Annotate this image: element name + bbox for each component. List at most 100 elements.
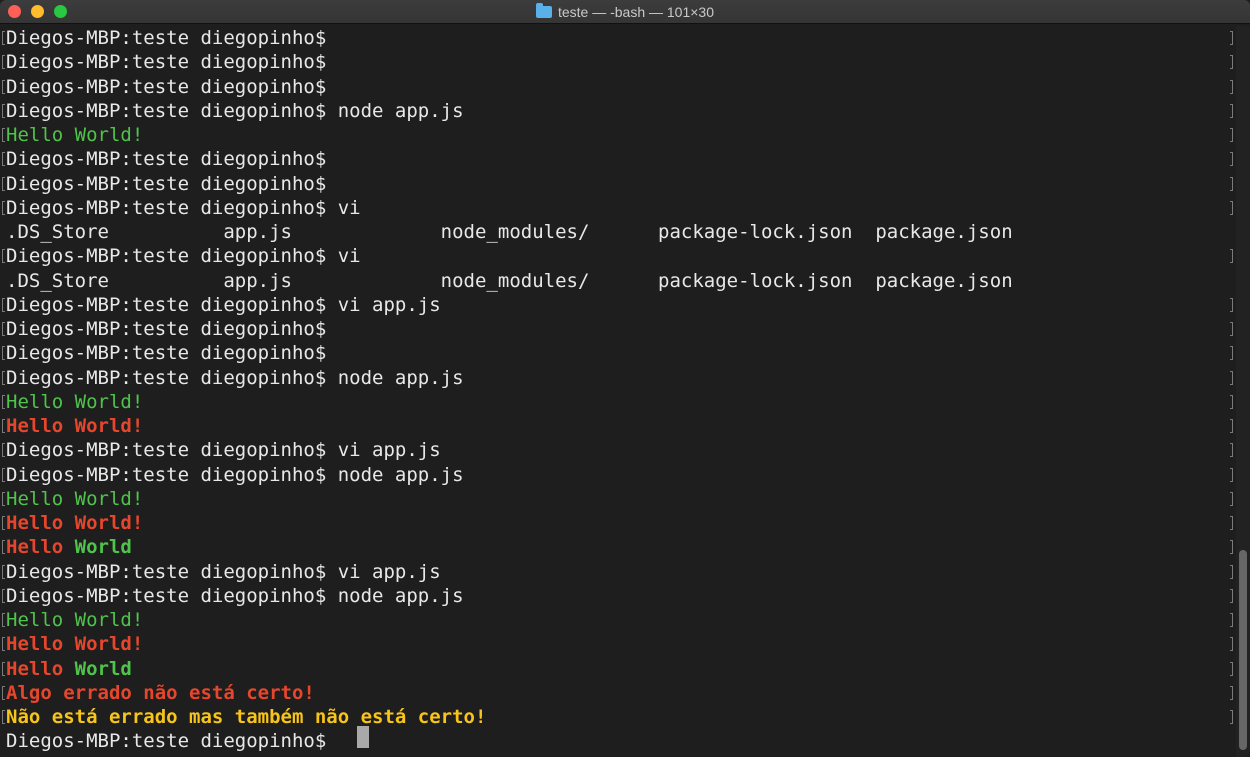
- mark-left: [2, 589, 5, 603]
- terminal-line: Diegos-MBP:teste diegopinho$ node app.js: [6, 99, 464, 123]
- terminal-line: Hello World!: [6, 487, 143, 511]
- mark-left: [2, 637, 5, 651]
- terminal-line: Diegos-MBP:teste diegopinho$ vi: [6, 196, 361, 220]
- terminal-text: Hello World!: [6, 488, 144, 510]
- terminal-line: Diegos-MBP:teste diegopinho$: [6, 26, 326, 50]
- terminal-line: Hello World: [6, 657, 132, 681]
- terminal-line: Diegos-MBP:teste diegopinho$: [6, 172, 326, 196]
- mark-right: [1230, 322, 1233, 336]
- text-cursor: [357, 726, 369, 748]
- terminal-line: Diegos-MBP:teste diegopinho$ vi app.js: [6, 293, 441, 317]
- window-title-text: teste — -bash — 101×30: [557, 4, 715, 20]
- terminal-line: Hello World!: [6, 632, 143, 656]
- terminal-line: .DS_Store app.js node_modules/ package-l…: [6, 220, 1013, 244]
- terminal-text: Diegos-MBP:teste diegopinho$ node app.js: [6, 585, 464, 607]
- terminal-text: Diegos-MBP:teste diegopinho$ vi app.js: [6, 439, 441, 461]
- terminal-text: Não está errado mas também não está cert…: [6, 706, 487, 728]
- mark-right: [1230, 540, 1233, 554]
- terminal-text: Diegos-MBP:teste diegopinho$: [6, 318, 327, 340]
- terminal-text: Diegos-MBP:teste diegopinho$: [6, 51, 327, 73]
- mark-left: [2, 419, 5, 433]
- mark-right: [1230, 686, 1233, 700]
- terminal-output[interactable]: Diegos-MBP:teste diegopinho$ Diegos-MBP:t…: [0, 26, 1250, 757]
- mark-left: [2, 298, 5, 312]
- terminal-text: Diegos-MBP:teste diegopinho$: [6, 148, 327, 170]
- terminal-text: Diegos-MBP:teste diegopinho$: [6, 342, 327, 364]
- title-bar: teste — -bash — 101×30: [0, 0, 1250, 24]
- mark-left: [2, 31, 5, 45]
- scrollbar[interactable]: [1236, 26, 1250, 757]
- terminal-text: .DS_Store app.js node_modules/ package-l…: [6, 221, 1013, 243]
- mark-left: [2, 322, 5, 336]
- terminal-line: Não está errado mas também não está cert…: [6, 705, 486, 729]
- mark-right: [1230, 31, 1233, 45]
- terminal-text: Hello: [6, 658, 75, 680]
- terminal-text: World: [74, 658, 132, 680]
- mark-left: [2, 565, 5, 579]
- terminal-text: Diegos-MBP:teste diegopinho$ vi app.js: [6, 294, 441, 316]
- terminal-line: Diegos-MBP:teste diegopinho$: [6, 147, 326, 171]
- mark-left: [2, 346, 5, 360]
- mark-right: [1230, 589, 1233, 603]
- terminal-text: Hello: [6, 536, 75, 558]
- mark-left: [2, 443, 5, 457]
- terminal-line: Hello World!: [6, 511, 143, 535]
- terminal-text: Hello World!: [6, 391, 144, 413]
- terminal-line: Diegos-MBP:teste diegopinho$ vi app.js: [6, 560, 441, 584]
- terminal-text: Diegos-MBP:teste diegopinho$: [6, 27, 327, 49]
- mark-left: [2, 371, 5, 385]
- mark-left: [2, 104, 5, 118]
- mark-left: [2, 177, 5, 191]
- mark-right: [1230, 298, 1233, 312]
- mark-right: [1230, 613, 1233, 627]
- mark-left: [2, 249, 5, 263]
- mark-right: [1230, 710, 1233, 724]
- mark-right: [1230, 492, 1233, 506]
- mark-right: [1230, 371, 1233, 385]
- terminal-text: Diegos-MBP:teste diegopinho$: [6, 76, 327, 98]
- terminal-line: Diegos-MBP:teste diegopinho$ vi: [6, 244, 361, 268]
- mark-right: [1230, 128, 1233, 142]
- terminal-text: Hello World!: [6, 609, 144, 631]
- terminal-line: Diegos-MBP:teste diegopinho$ vi app.js: [6, 438, 441, 462]
- mark-left: [2, 662, 5, 676]
- mark-right: [1230, 152, 1233, 166]
- mark-right: [1230, 177, 1233, 191]
- mark-right: [1230, 249, 1233, 263]
- mark-left: [2, 80, 5, 94]
- terminal-text: Diegos-MBP:teste diegopinho$: [6, 173, 327, 195]
- terminal-text: Hello World!: [6, 415, 144, 437]
- terminal-window: teste — -bash — 101×30 Diegos-MBP:teste …: [0, 0, 1250, 757]
- terminal-line: Hello World!: [6, 390, 143, 414]
- terminal-line: Diegos-MBP:teste diegopinho$: [6, 75, 326, 99]
- mark-right: [1230, 80, 1233, 94]
- mark-right: [1230, 104, 1233, 118]
- mark-left: [2, 468, 5, 482]
- mark-left: [2, 710, 5, 724]
- terminal-text: Diegos-MBP:teste diegopinho$: [6, 730, 338, 752]
- mark-left: [2, 128, 5, 142]
- terminal-line: Diegos-MBP:teste diegopinho$: [6, 729, 338, 753]
- terminal-line: Diegos-MBP:teste diegopinho$: [6, 50, 326, 74]
- terminal-line: Hello World!: [6, 414, 143, 438]
- terminal-text: Diegos-MBP:teste diegopinho$ node app.js: [6, 100, 464, 122]
- mark-left: [2, 492, 5, 506]
- terminal-text: Diegos-MBP:teste diegopinho$ node app.js: [6, 464, 464, 486]
- terminal-text: Hello World!: [6, 512, 144, 534]
- mark-right: [1230, 419, 1233, 433]
- mark-left: [2, 201, 5, 215]
- mark-right: [1230, 637, 1233, 651]
- scrollbar-thumb[interactable]: [1239, 550, 1247, 750]
- mark-right: [1230, 662, 1233, 676]
- mark-right: [1230, 346, 1233, 360]
- terminal-text: Diegos-MBP:teste diegopinho$ vi app.js: [6, 561, 441, 583]
- terminal-line: Diegos-MBP:teste diegopinho$ node app.js: [6, 463, 464, 487]
- mark-left: [2, 395, 5, 409]
- terminal-line: Algo errado não está certo!: [6, 681, 315, 705]
- terminal-text: Hello World!: [6, 633, 144, 655]
- mark-left: [2, 55, 5, 69]
- mark-left: [2, 516, 5, 530]
- terminal-line: Hello World!: [6, 123, 143, 147]
- terminal-text: Diegos-MBP:teste diegopinho$ node app.js: [6, 367, 464, 389]
- mark-left: [2, 613, 5, 627]
